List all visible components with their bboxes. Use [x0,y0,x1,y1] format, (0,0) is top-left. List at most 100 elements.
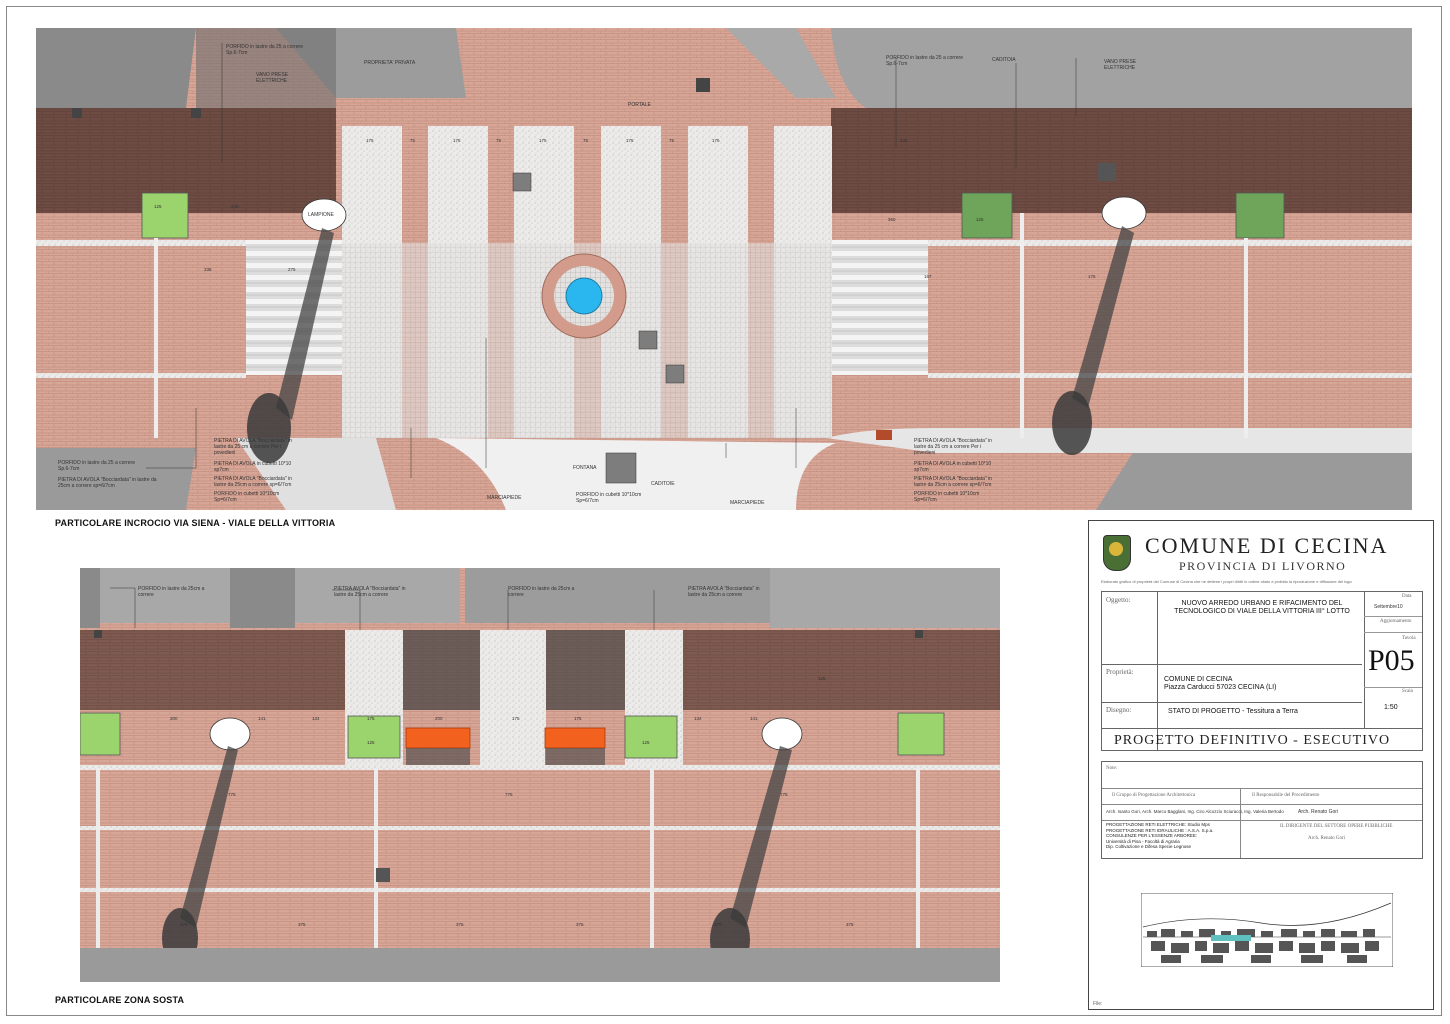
label-porfido-bottom-left: PORFIDO in lastre da 25 a correre Sp.6-7… [58,460,135,472]
label-proprieta-privata: PROPRIETA' PRIVATA [364,60,416,66]
tavola-label: Tavola [1402,636,1416,641]
label-pietra-left-c: PIETRA DI AVOLA "Bocciardata" in lastre … [214,476,292,488]
plan-title-incrocio: PARTICOLARE INCROCIO VIA SIENA - VIALE D… [55,518,336,528]
label-pietra-b: PIETRA AVOLA "Bocciardata" in lastre da … [688,586,760,598]
svg-text:75: 75 [583,138,589,143]
crest-icon [1103,535,1131,571]
file-label: File: [1093,1001,1103,1007]
label-pietra-right-a: PIETRA DI AVOLA "Bocciardata" in lastre … [914,438,992,456]
svg-text:375: 375 [576,922,584,927]
plan-zona-sosta: 300 141 134 175 125 200 175 175 125 134 … [80,568,1000,982]
svg-text:175: 175 [366,138,374,143]
proprieta-label: Proprietà: [1106,668,1134,676]
svg-text:275: 275 [288,267,296,272]
label-porfido-right-d: PORFIDO in cubetti 10*10cm Sp=6/7cm [914,491,980,503]
svg-text:775: 775 [505,792,513,797]
title-block: COMUNE DI CECINA PROVINCIA DI LIVORNO El… [1088,520,1434,1010]
label-pietra-right-c: PIETRA DI AVOLA "Bocciardata" in lastre … [914,476,992,488]
note-label: Note: [1106,766,1118,771]
svg-text:134: 134 [694,716,702,721]
credits-grid: Note: Il Gruppo di Progettazione Archite… [1101,761,1423,859]
svg-text:75: 75 [496,138,502,143]
disegno-label: Disegno: [1106,706,1132,714]
gruppo-label: Il Gruppo di Progettazione Architettonic… [1112,793,1196,798]
scala-value: 1:50 [1384,704,1398,711]
label-portale: PORTALE [628,102,651,108]
label-pietra-a: PIETRA AVOLA "Bocciardata" in lastre da … [334,586,406,598]
responsabile-label: Il Responsabile del Procedimento [1252,793,1320,798]
svg-text:360: 360 [888,217,896,222]
label-pietra-left-a: PIETRA DI AVOLA "Bocciardata" in lastre … [214,438,292,456]
svg-text:125: 125 [818,676,826,681]
svg-text:375: 375 [180,922,188,927]
label-fontana: FONTANA [573,465,597,471]
proprieta-value-2: Piazza Carducci 57023 CECINA (LI) [1164,684,1277,691]
svg-text:375: 375 [846,922,854,927]
label-porfido-left-d: PORFIDO in cubetti 10*10cm Sp=6/7cm [214,491,280,503]
svg-text:175: 175 [512,716,520,721]
svg-text:125: 125 [642,740,650,745]
consulenza-5: Dip. Coltivazione e Difesa Specie Legnos… [1106,844,1192,850]
fase-title: PROGETTO DEFINITIVO - ESECUTIVO [1114,733,1391,748]
svg-text:775: 775 [780,792,788,797]
label-vano-prese-left: VANO PRESE ELETTRICHE [256,72,289,84]
svg-text:175: 175 [574,716,582,721]
svg-text:175: 175 [367,716,375,721]
svg-text:167: 167 [924,274,932,279]
consulenza-1: PROGETTAZIONE RETI ELETTRICHE: Studio Mp… [1106,822,1210,827]
aggiornamento-label: Aggiornamento [1380,619,1412,624]
dirigente-value: Arch. Renato Gori [1308,836,1346,841]
label-pietra-bocciardata-left: PIETRA DI AVOLA "Bocciardata" in lastre … [58,477,157,489]
svg-text:300: 300 [170,716,178,721]
disegno-value: STATO DI PROGETTO - Tessitura a Terra [1168,708,1298,715]
label-porfido-top-right: PORFIDO in lastre da 25 a correre Sp.6-7… [886,55,963,67]
data-value: Settembre10 [1374,604,1403,610]
label-vano-prese-right: VANO PRESE ELETTRICHE [1104,59,1137,71]
svg-text:141: 141 [258,716,266,721]
data-label: Data [1402,594,1412,599]
gruppo-value: Arch. Isanto Gori, Arch. Marco Bagglani,… [1106,809,1284,814]
label-lampione: LAMPIONE [308,212,334,218]
svg-text:134: 134 [312,716,320,721]
municipality-name: COMUNE DI CECINA [1145,533,1389,558]
svg-text:375: 375 [456,922,464,927]
label-porfido-top-left: PORFIDO in lastre da 25 a correre Sp.6-7… [226,44,303,56]
info-grid: Oggetto: NUOVO ARREDO URBANO E RIFACIMEN… [1101,591,1423,751]
dirigente-label: IL DIRIGENTE DEL SETTORE OPERE PUBBLICHE [1280,824,1393,829]
label-caditoia-top: CADITOIA [992,57,1016,63]
label-porfido-b: PORFIDO in lastre da 25cm a correre [508,586,575,598]
province-name: PROVINCIA DI LIVORNO [1179,559,1347,573]
tavola-value: P05 [1368,644,1415,677]
plan-title-zona-sosta: PARTICOLARE ZONA SOSTA [55,995,185,1005]
svg-text:200: 200 [435,716,443,721]
svg-text:125: 125 [367,740,375,745]
svg-text:125: 125 [976,217,984,222]
svg-text:175: 175 [712,138,720,143]
label-pietra-left-b: PIETRA DI AVOLA in cubetti 10*10 sp7cm [214,461,292,473]
proprieta-value-1: COMUNE DI CECINA [1164,676,1233,683]
key-map [1141,893,1393,967]
svg-text:175: 175 [1088,274,1096,279]
label-porfido-a: PORFIDO in lastre da 25cm a correre [138,586,205,598]
svg-text:175: 175 [626,138,634,143]
oggetto-label: Oggetto: [1106,596,1131,604]
svg-text:75: 75 [669,138,675,143]
svg-text:141: 141 [750,716,758,721]
label-marciapiede-right: MARCIAPIEDE [730,500,765,506]
label-porfido-center: PORFIDO in cubetti 10*10cm Sp=6/7cm [576,492,642,504]
svg-text:175: 175 [539,138,547,143]
label-marciapiede-left: MARCIAPIEDE [487,495,522,501]
svg-text:75: 75 [410,138,416,143]
svg-text:375: 375 [714,922,722,927]
consulenze-list: PROGETTAZIONE RETI ELETTRICHE: Studio Mp… [1106,822,1213,850]
label-pietra-right-b: PIETRA DI AVOLA in cubetti 10*10 sp7cm [914,461,992,473]
svg-text:440: 440 [231,204,239,209]
svg-text:125: 125 [154,204,162,209]
disclaimer: Elaborato grafico di proprietà del Comun… [1101,579,1352,584]
svg-text:375: 375 [298,922,306,927]
svg-text:175: 175 [453,138,461,143]
svg-text:445: 445 [900,138,908,143]
svg-text:336: 336 [204,267,212,272]
label-caditoie: CADITOIE [651,481,675,487]
scala-label: Scala [1402,689,1413,694]
